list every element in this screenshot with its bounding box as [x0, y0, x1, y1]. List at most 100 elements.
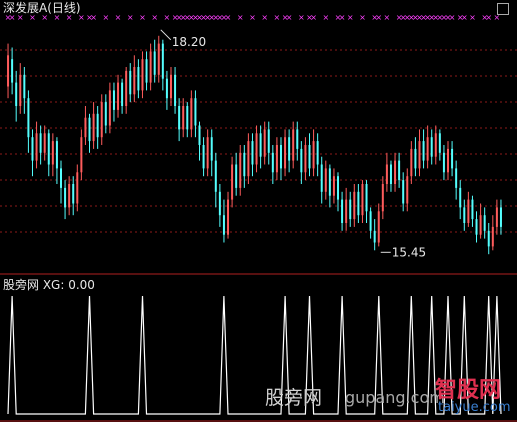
candle-body — [39, 133, 42, 153]
candle-body — [68, 184, 71, 208]
candle-body — [178, 106, 181, 130]
candle-body — [247, 141, 250, 177]
indicator-label: 股旁网 XG: 0.00 — [3, 278, 95, 292]
candle-body — [149, 51, 152, 83]
candle-body — [227, 199, 230, 235]
candle-body — [137, 67, 140, 91]
candle-body — [495, 207, 498, 227]
candle-body — [169, 74, 172, 99]
annotation-label: 15.45 — [392, 245, 426, 259]
candle-body — [475, 219, 478, 235]
candle-body — [125, 70, 128, 106]
candle-body — [394, 160, 397, 184]
watermark-url: taiyue.com — [438, 400, 511, 415]
candle-body — [288, 137, 291, 161]
candle-body — [47, 133, 50, 165]
candle-body — [467, 199, 470, 223]
candle-body — [275, 145, 278, 173]
signal-marker: × — [375, 13, 382, 22]
candle-body — [27, 98, 30, 138]
candle-body — [259, 133, 262, 157]
candle-body — [418, 141, 421, 169]
signal-marker: × — [274, 13, 281, 22]
candle-body — [165, 78, 168, 99]
candle-body — [129, 70, 132, 95]
candle-body — [345, 199, 348, 223]
signal-marker: × — [237, 13, 244, 22]
candle-body — [434, 133, 437, 157]
candle-body — [141, 59, 144, 91]
candle-body — [76, 172, 79, 204]
candle-body — [35, 133, 38, 161]
candle-body — [218, 191, 221, 216]
candle-body — [349, 199, 352, 220]
signal-marker: × — [139, 13, 146, 22]
candle-body — [426, 137, 429, 161]
candle-body — [64, 187, 67, 208]
candle-body — [174, 74, 177, 106]
candle-body — [186, 106, 189, 130]
candle-body — [279, 145, 282, 169]
candle-body — [438, 133, 441, 153]
annotation-label: 18.20 — [172, 35, 206, 49]
signal-marker: × — [102, 13, 109, 22]
signal-marker: × — [384, 13, 391, 22]
signal-marker: × — [461, 13, 468, 22]
annotation-arrow — [160, 29, 172, 41]
candle-body — [198, 125, 201, 145]
chart-canvas: ×× × × × × × × ×× × × × × × × ×××××××××××××× × × × × ×× × ×× ×… — [0, 13, 517, 422]
candle-body — [161, 43, 164, 79]
candle-body — [267, 129, 270, 153]
candle-body — [271, 152, 274, 173]
candle-body — [153, 51, 156, 75]
candle-body — [11, 59, 14, 83]
candle-body — [398, 160, 401, 181]
candle-body — [31, 137, 34, 161]
candle-body — [80, 137, 83, 173]
candle-body — [487, 230, 490, 247]
signal-marker: × — [485, 13, 492, 22]
candle-body — [292, 129, 295, 161]
signal-marker: × — [347, 13, 354, 22]
candle-body — [117, 82, 120, 110]
candle-body — [304, 145, 307, 173]
candle-body — [414, 148, 417, 169]
candle-body — [422, 141, 425, 161]
candle-body — [402, 180, 405, 204]
close-button[interactable] — [497, 3, 509, 15]
signal-marker: × — [151, 13, 158, 22]
watermark-text: gupang.com — [345, 388, 445, 407]
candle-body — [92, 113, 95, 142]
candle-body — [410, 148, 413, 177]
candle-body — [145, 59, 148, 83]
candle-body — [210, 137, 213, 161]
signal-marker: × — [249, 13, 256, 22]
candle-body — [381, 184, 384, 212]
candle-body — [491, 226, 494, 247]
candle-body — [479, 215, 482, 235]
candle-body — [341, 199, 344, 223]
candle-body — [194, 98, 197, 126]
candle-body — [43, 133, 46, 153]
candle-body — [108, 90, 111, 126]
candle-body — [59, 168, 62, 188]
candle-body — [55, 141, 58, 169]
candle-body — [451, 148, 454, 169]
signal-marker: × — [310, 13, 317, 22]
signal-marker: × — [469, 13, 476, 22]
candle-body — [202, 145, 205, 169]
candle-body — [312, 141, 315, 169]
candle-body — [214, 160, 217, 192]
candle-body — [222, 215, 225, 235]
candle-body — [157, 43, 160, 75]
candle-body — [455, 168, 458, 188]
candle-body — [255, 133, 258, 165]
candle-body — [7, 55, 10, 87]
candle-body — [239, 152, 242, 188]
signal-marker: × — [90, 13, 97, 22]
signal-marker: × — [127, 13, 134, 22]
candle-body — [385, 164, 388, 184]
signal-marker: × — [225, 13, 232, 22]
candle-body — [471, 199, 474, 220]
signal-marker: × — [359, 13, 366, 22]
